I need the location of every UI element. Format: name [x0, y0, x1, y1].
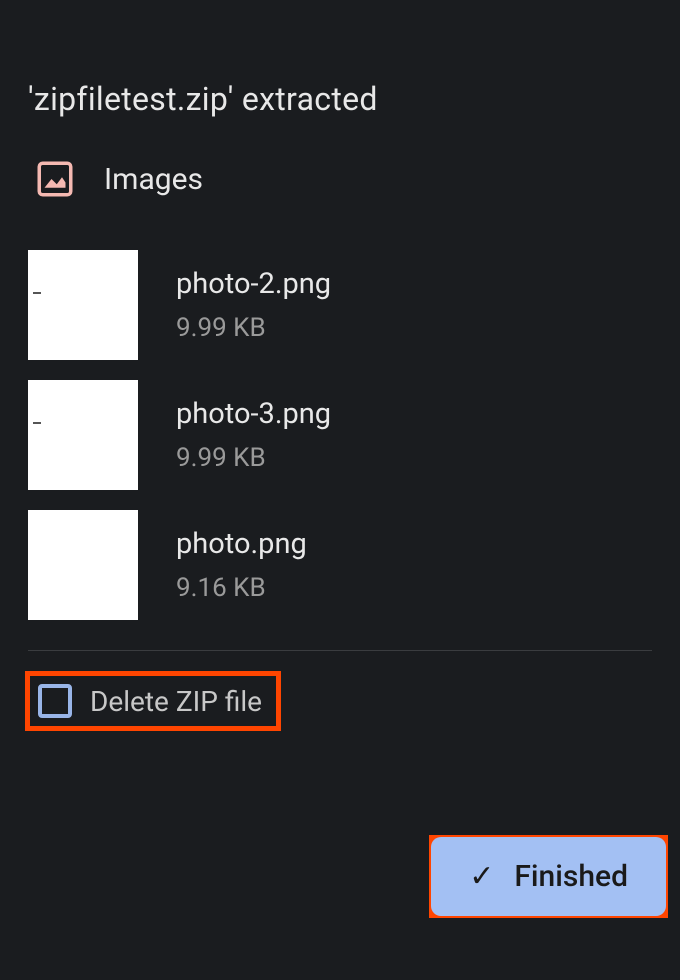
delete-zip-row[interactable]: Delete ZIP file: [38, 684, 262, 718]
file-thumbnail: [28, 510, 138, 620]
delete-zip-label: Delete ZIP file: [90, 685, 262, 718]
file-thumbnail: [28, 250, 138, 360]
check-icon: ✓: [469, 859, 494, 894]
list-item[interactable]: photo-3.png 9.99 KB: [28, 380, 652, 490]
finished-highlight: ✓ Finished: [429, 835, 668, 918]
image-icon: [34, 158, 76, 200]
footer: ✓ Finished: [429, 835, 668, 918]
file-size: 9.16 KB: [176, 573, 307, 603]
file-info: photo.png 9.16 KB: [176, 527, 307, 603]
file-name: photo-3.png: [176, 397, 331, 431]
finished-button-label: Finished: [514, 859, 628, 894]
file-size: 9.99 KB: [176, 443, 331, 473]
section-label: Images: [104, 162, 203, 197]
finished-button[interactable]: ✓ Finished: [431, 837, 666, 916]
section-header: Images: [28, 158, 652, 200]
page-title: 'zipfiletest.zip' extracted: [28, 80, 652, 118]
file-list: photo-2.png 9.99 KB photo-3.png 9.99 KB …: [28, 250, 652, 620]
file-thumbnail: [28, 380, 138, 490]
delete-zip-highlight: Delete ZIP file: [25, 671, 281, 731]
delete-zip-checkbox[interactable]: [38, 684, 72, 718]
list-item[interactable]: photo-2.png 9.99 KB: [28, 250, 652, 360]
file-info: photo-2.png 9.99 KB: [176, 267, 331, 343]
file-info: photo-3.png 9.99 KB: [176, 397, 331, 473]
file-name: photo-2.png: [176, 267, 331, 301]
divider: [28, 650, 652, 651]
list-item[interactable]: photo.png 9.16 KB: [28, 510, 652, 620]
file-name: photo.png: [176, 527, 307, 561]
file-size: 9.99 KB: [176, 313, 331, 343]
